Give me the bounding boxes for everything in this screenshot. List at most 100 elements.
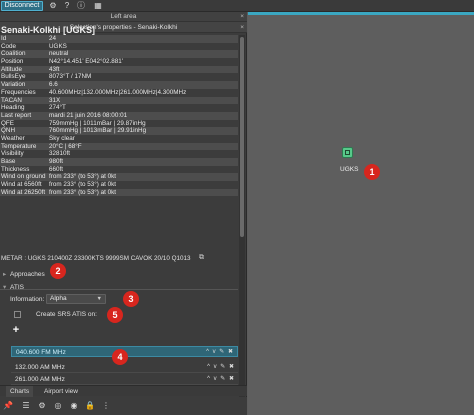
property-value: neutral bbox=[49, 50, 69, 58]
disconnect-button[interactable]: Disconnect bbox=[1, 1, 43, 11]
close-icon[interactable]: × bbox=[240, 12, 244, 22]
frequency-row[interactable]: 261.000 AM MHz ^ v ✎ ✖ bbox=[11, 374, 238, 385]
property-key: Wind at 6560ft bbox=[1, 181, 42, 189]
create-srs-atis-checkbox[interactable] bbox=[14, 311, 21, 318]
property-row: Position N42°14.451' E042°02.881' bbox=[0, 58, 238, 66]
info-icon[interactable]: ⓘ bbox=[76, 1, 86, 11]
callout-3: 3 bbox=[123, 291, 139, 307]
more-icon[interactable]: ⋮ bbox=[101, 400, 111, 411]
properties-table: Id 24 Code UGKS Coalition neutral Position N42°… bbox=[0, 35, 238, 197]
property-key: Id bbox=[1, 35, 7, 42]
property-key: Variation bbox=[1, 81, 26, 89]
property-key: Coalition bbox=[1, 50, 26, 58]
property-key: Altitude bbox=[1, 65, 23, 73]
panel-icon[interactable]: ▦ bbox=[93, 1, 103, 11]
property-value: 759mmHg | 1011mBar | 29.87inHg bbox=[49, 119, 146, 127]
target-icon[interactable]: ◎ bbox=[53, 400, 63, 411]
property-row: BullsEye 8073°T / 17NM bbox=[0, 73, 238, 82]
frequency-row[interactable]: 132.000 AM MHz ^ v ✎ ✖ bbox=[11, 362, 238, 373]
property-value: from 233° (to 53°) at 0kt bbox=[49, 181, 116, 189]
help-icon[interactable]: ? bbox=[62, 1, 72, 11]
callout-4: 4 bbox=[112, 349, 128, 365]
gear-icon[interactable]: ⚙ bbox=[48, 1, 58, 11]
property-key: Position bbox=[1, 58, 24, 66]
property-row: Variation 6.6 bbox=[0, 81, 238, 89]
property-value: 760mmHg | 1013mBar | 29.91inHg bbox=[49, 127, 147, 135]
property-row: Code UGKS bbox=[0, 42, 238, 51]
map-view[interactable] bbox=[248, 12, 474, 415]
pin-icon[interactable]: 📌 bbox=[3, 400, 13, 411]
tree-item-approaches-label: Approaches bbox=[10, 271, 45, 278]
property-row: Visibility 32810ft bbox=[0, 150, 238, 158]
tab-charts[interactable]: Charts bbox=[6, 386, 34, 397]
property-value: from 233° (to 53°) at 0kt bbox=[49, 188, 116, 196]
tree-item-approaches[interactable]: ▸ Approaches bbox=[3, 270, 45, 278]
property-key: QFE bbox=[1, 119, 14, 127]
property-key: TACAN bbox=[1, 96, 22, 104]
property-value: 24 bbox=[49, 35, 57, 42]
property-value: 20°C | 68°F bbox=[49, 142, 82, 150]
property-row: Wind at 26250ft from 233° (to 53°) at 0kt bbox=[0, 188, 238, 197]
frequency-label: 040.600 FM MHz bbox=[16, 349, 66, 356]
property-key: Thickness bbox=[1, 165, 30, 173]
property-value: UGKS bbox=[49, 42, 67, 50]
property-row: QFE 759mmHg | 1011mBar | 29.87inHg bbox=[0, 119, 238, 128]
property-row: Temperature 20°C | 68°F bbox=[0, 142, 238, 151]
property-row: Frequencies 40.600MHz|132.000MHz|261.000M… bbox=[0, 88, 238, 97]
left-area-title: Left area × bbox=[0, 12, 247, 22]
bottom-tabs: Charts Airport view bbox=[0, 385, 247, 397]
property-value: 40.600MHz|132.000MHz|261.000MHz|4.300MHz bbox=[49, 88, 187, 96]
property-key: Weather bbox=[1, 134, 25, 142]
airport-marker-icon[interactable] bbox=[342, 147, 353, 158]
frequency-row-controls[interactable]: ^ v ✎ ✖ bbox=[206, 347, 234, 358]
property-row: Altitude 43ft bbox=[0, 65, 238, 74]
top-toolbar: Disconnect ⚙ ? ⓘ ▦ bbox=[0, 0, 474, 12]
frequency-label: 261.000 AM MHz bbox=[15, 376, 65, 383]
vertical-scrollbar[interactable] bbox=[239, 35, 245, 400]
map-top-accent-bar bbox=[248, 12, 474, 15]
frequency-row-controls[interactable]: ^ v ✎ ✖ bbox=[207, 374, 235, 385]
list-icon[interactable]: ☰ bbox=[21, 400, 31, 411]
property-key: Wind at 26250ft bbox=[1, 188, 46, 196]
chevron-right-icon: ▸ bbox=[3, 271, 7, 278]
property-row: Wind on ground from 233° (to 53°) at 0kt bbox=[0, 173, 238, 182]
property-row: Last report mardi 21 juin 2016 08:00:01 bbox=[0, 111, 238, 120]
close-icon[interactable]: × bbox=[240, 22, 244, 33]
lock-icon[interactable]: 🔒 bbox=[85, 400, 95, 411]
settings-icon[interactable]: ⚙ bbox=[37, 400, 47, 411]
property-value: 8073°T / 17NM bbox=[49, 73, 92, 81]
airport-marker-glyph bbox=[345, 150, 350, 155]
property-key: Temperature bbox=[1, 142, 37, 150]
property-row: Heading 274°T bbox=[0, 104, 238, 112]
property-value: Sky clear bbox=[49, 134, 75, 142]
add-frequency-button[interactable]: + bbox=[11, 325, 21, 336]
frequency-label: 132.000 AM MHz bbox=[15, 364, 65, 371]
property-key: Visibility bbox=[1, 150, 24, 158]
property-value: 43ft bbox=[49, 65, 60, 73]
create-srs-atis-label: Create SRS ATIS on: bbox=[36, 311, 97, 318]
property-key: BullsEye bbox=[1, 73, 26, 81]
frequency-row-controls[interactable]: ^ v ✎ ✖ bbox=[207, 362, 235, 373]
scrollbar-thumb[interactable] bbox=[240, 37, 244, 237]
property-row: TACAN 31X bbox=[0, 96, 238, 105]
airport-name: Senaki-Kolkhi [UGKS] bbox=[1, 25, 96, 35]
property-value: from 233° (to 53°) at 0kt bbox=[49, 173, 116, 181]
information-select-value: Alpha bbox=[50, 295, 67, 302]
property-key: Frequencies bbox=[1, 88, 36, 96]
property-row: Weather Sky clear bbox=[0, 134, 238, 143]
property-row: Coalition neutral bbox=[0, 50, 238, 59]
callout-1: 1 bbox=[364, 164, 380, 180]
copy-icon[interactable]: ⧉ bbox=[199, 254, 204, 262]
metar-text: METAR : UGKS 210400Z 23300KTS 9999SM CAV… bbox=[1, 255, 191, 262]
property-row: QNH 760mmHg | 1013mBar | 29.91inHg bbox=[0, 127, 238, 135]
information-label: Information: bbox=[10, 296, 45, 303]
radio-icon[interactable]: ◉ bbox=[69, 400, 79, 411]
property-value: mardi 21 juin 2016 08:00:01 bbox=[49, 111, 128, 119]
property-value: 660ft bbox=[49, 165, 64, 173]
property-key: Code bbox=[1, 42, 17, 50]
property-key: Base bbox=[1, 158, 16, 165]
airport-map-label: UGKS bbox=[340, 166, 359, 173]
tab-airport-view[interactable]: Airport view bbox=[40, 386, 82, 397]
callout-2: 2 bbox=[50, 263, 66, 279]
information-select[interactable]: Alpha ▼ bbox=[46, 294, 106, 304]
